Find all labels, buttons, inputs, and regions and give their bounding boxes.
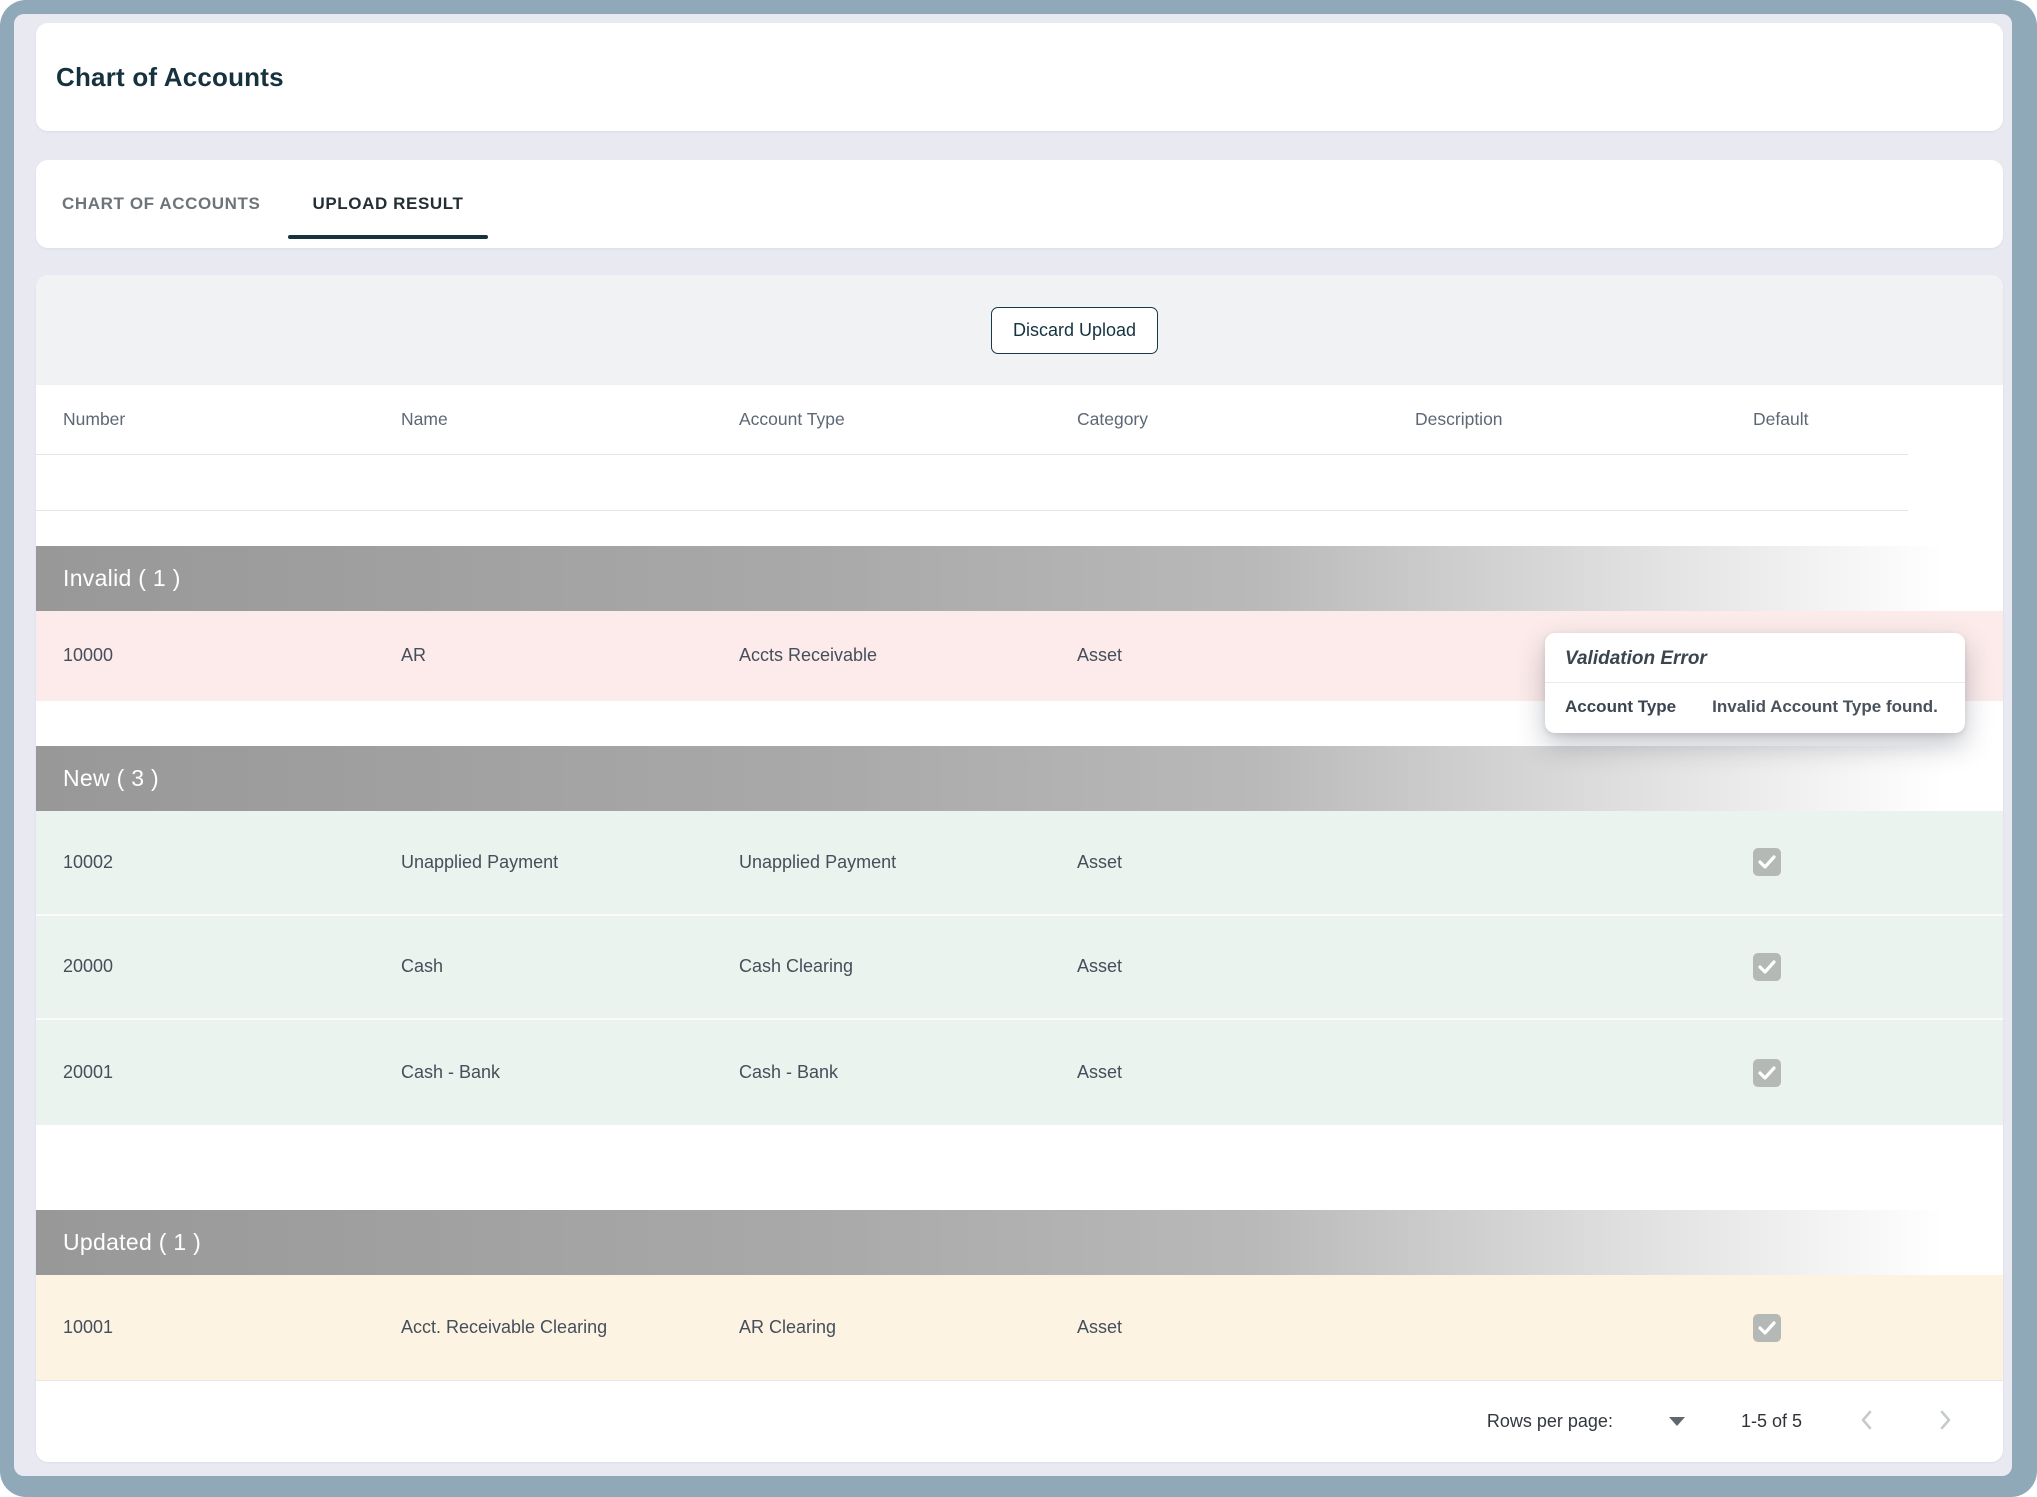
cell-account-type: Cash Clearing [739,956,1077,977]
column-header-account-type: Account Type [739,409,1077,430]
tab-chart-of-accounts[interactable]: CHART OF ACCOUNTS [36,160,286,248]
checkmark-icon [1758,855,1776,869]
app-window: Chart of Accounts CHART OF ACCOUNTS UPLO… [0,0,2037,1497]
checkmark-icon [1758,1066,1776,1080]
checkmark-icon [1758,1321,1776,1335]
cell-account-type: Unapplied Payment [739,852,1077,873]
tooltip-message: Invalid Account Type found. [1712,697,1938,717]
column-header-name: Name [401,409,739,430]
default-checkbox[interactable] [1753,848,1781,876]
page-title: Chart of Accounts [56,62,284,93]
pagination-range: 1-5 of 5 [1741,1411,1802,1432]
page-background: Chart of Accounts CHART OF ACCOUNTS UPLO… [14,14,2012,1476]
section-header-new: New ( 3 ) [36,746,2003,811]
cell-number: 20001 [63,1062,401,1083]
section-gap [36,511,2003,546]
cell-number: 10002 [63,852,401,873]
cell-category: Asset [1077,956,1415,977]
cell-category: Asset [1077,645,1415,666]
chevron-right-icon [1932,1407,1958,1433]
cell-name: AR [401,645,739,666]
column-header-number: Number [63,409,401,430]
default-checkbox[interactable] [1753,1059,1781,1087]
discard-upload-button[interactable]: Discard Upload [991,307,1158,354]
chevron-left-icon [1854,1407,1880,1433]
tooltip-body: Account Type Invalid Account Type found. [1545,683,1965,733]
cell-number: 10000 [63,645,401,666]
validation-error-tooltip: Validation Error Account Type Invalid Ac… [1545,633,1965,733]
previous-page-button[interactable] [1854,1407,1880,1436]
tooltip-title: Validation Error [1545,633,1965,683]
tab-bar: CHART OF ACCOUNTS UPLOAD RESULT [36,160,2003,248]
empty-spacer-row [36,455,1908,511]
column-header-category: Category [1077,409,1415,430]
cell-number: 20000 [63,956,401,977]
cell-name: Cash [401,956,739,977]
cell-default [1753,1059,2003,1087]
section-label: Updated ( 1 ) [63,1229,201,1256]
upload-result-panel: Discard Upload Number Name Account Type … [36,275,2003,1462]
cell-name: Cash - Bank [401,1062,739,1083]
rows-per-page-label: Rows per page: [1487,1411,1613,1432]
column-header-description: Description [1415,409,1753,430]
section-header-updated: Updated ( 1 ) [36,1210,2003,1275]
section-label: New ( 3 ) [63,765,159,792]
default-checkbox[interactable] [1753,953,1781,981]
table-row: 10002 Unapplied Payment Unapplied Paymen… [36,811,2003,916]
cell-account-type: Cash - Bank [739,1062,1077,1083]
cell-category: Asset [1077,1317,1415,1338]
table-row: 20001 Cash - Bank Cash - Bank Asset [36,1020,2003,1125]
dropdown-arrow-icon[interactable] [1669,1417,1685,1426]
table-row: 10001 Acct. Receivable Clearing AR Clear… [36,1275,2003,1380]
table-header-row: Number Name Account Type Category Descri… [36,385,1908,455]
pagination-bar: Rows per page: 1-5 of 5 [36,1380,2003,1462]
cell-default [1753,953,2003,981]
cell-account-type: Accts Receivable [739,645,1077,666]
default-checkbox[interactable] [1753,1314,1781,1342]
next-page-button[interactable] [1932,1407,1958,1436]
cell-default [1753,1314,2003,1342]
cell-category: Asset [1077,1062,1415,1083]
cell-number: 10001 [63,1317,401,1338]
section-gap [36,1125,2003,1210]
tab-upload-result[interactable]: UPLOAD RESULT [286,160,489,248]
section-header-invalid: Invalid ( 1 ) [36,546,2003,611]
cell-category: Asset [1077,852,1415,873]
table-toolbar: Discard Upload [36,275,2003,385]
cell-account-type: AR Clearing [739,1317,1077,1338]
tooltip-field-name: Account Type [1565,697,1676,717]
table-row: 20000 Cash Cash Clearing Asset [36,916,2003,1021]
checkmark-icon [1758,960,1776,974]
cell-name: Unapplied Payment [401,852,739,873]
column-header-default: Default [1753,409,1908,430]
cell-name: Acct. Receivable Clearing [401,1317,739,1338]
page-header-card: Chart of Accounts [36,23,2003,131]
cell-default [1753,848,2003,876]
section-label: Invalid ( 1 ) [63,565,181,592]
